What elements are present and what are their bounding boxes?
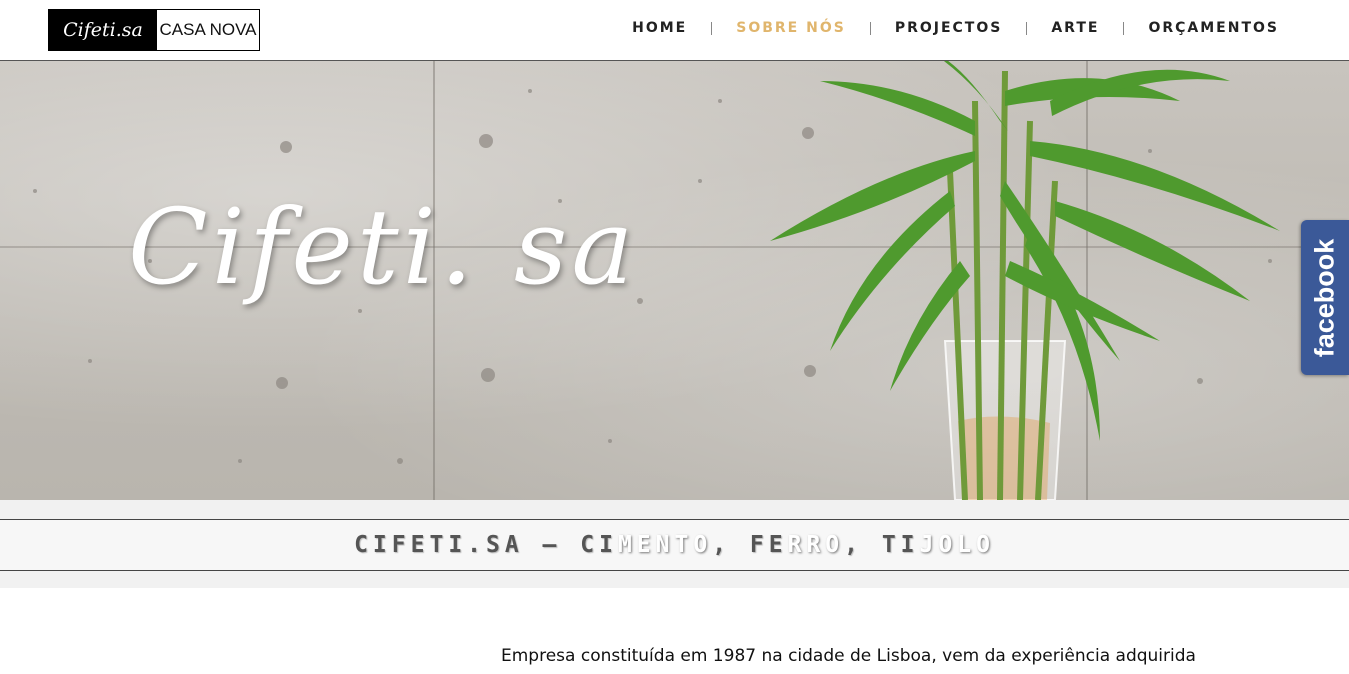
site-logo[interactable]: Cifeti.sa CASA NOVA: [48, 9, 260, 51]
nav-divider: [1123, 21, 1125, 35]
tagline-banner: CIFETI.SA – CIMENTO, FERRO, TIJOLO: [0, 519, 1349, 571]
tagline-part: MENTO: [617, 532, 713, 558]
nav-divider: [869, 21, 871, 35]
tagline-section: CIFETI.SA – CIMENTO, FERRO, TIJOLO: [0, 500, 1349, 588]
nav-arte[interactable]: ARTE: [1051, 20, 1099, 36]
intro-paragraph: Empresa constituída em 1987 na cidade de…: [501, 646, 1196, 666]
nav-orcamentos[interactable]: ORÇAMENTOS: [1148, 20, 1279, 36]
nav-projectos[interactable]: PROJECTOS: [895, 20, 1003, 36]
tagline-part: , TI: [844, 532, 920, 558]
nav-home[interactable]: HOME: [632, 20, 687, 36]
facebook-tab[interactable]: facebook: [1301, 220, 1349, 375]
logo-script-text: Cifeti.sa: [49, 10, 157, 50]
tagline-part: RRO: [787, 532, 845, 558]
site-header: Cifeti.sa CASA NOVA HOME SOBRE NÓS PROJE…: [0, 0, 1349, 61]
facebook-label: facebook: [1309, 238, 1340, 357]
main-nav: HOME SOBRE NÓS PROJECTOS ARTE ORÇAMENTOS: [632, 20, 1279, 36]
tagline-part: , FE: [712, 532, 788, 558]
nav-divider: [1026, 21, 1028, 35]
hero-banner: Cifeti. sa: [0, 61, 1349, 500]
tagline-part: CIFETI.SA – CI: [354, 532, 618, 558]
tagline-part: JOLO: [919, 532, 995, 558]
logo-box-text: CASA NOVA: [159, 20, 257, 39]
hero-title: Cifeti. sa: [128, 186, 638, 308]
nav-sobre-nos[interactable]: SOBRE NÓS: [736, 20, 846, 36]
tagline-text: CIFETI.SA – CIMENTO, FERRO, TIJOLO: [354, 532, 995, 558]
nav-divider: [711, 21, 713, 35]
